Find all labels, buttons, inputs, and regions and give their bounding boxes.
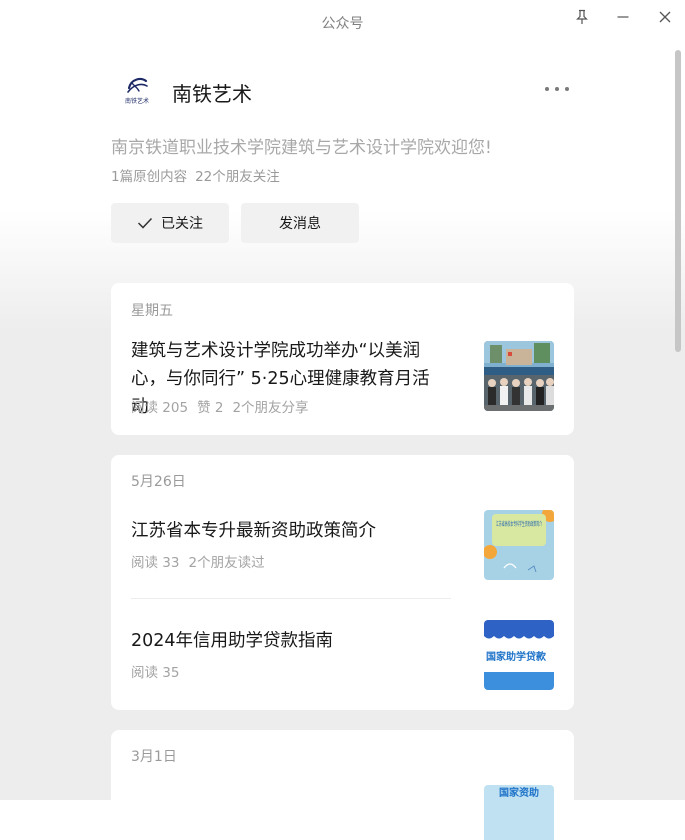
account-logo[interactable]: 南铁艺术 [115, 68, 159, 112]
article-thumbnail [484, 341, 554, 411]
message-label: 发消息 [279, 216, 321, 232]
minimize-icon[interactable] [610, 6, 636, 28]
account-stats: 1篇原创内容 22个朋友关注 [111, 165, 280, 185]
article-thumbnail: 国家资助 [484, 785, 554, 840]
group-date: 星期五 [131, 303, 173, 319]
more-icon[interactable] [545, 80, 569, 98]
article-item[interactable]: 2024年信用助学贷款指南 阅读 35 国家助学贷款 [131, 620, 554, 690]
account-description: 南京铁道职业技术学院建筑与艺术设计学院欢迎您! [111, 138, 492, 158]
article-meta: 阅读 33 2个朋友读过 [131, 551, 265, 571]
article-meta: 阅读 205 赞 2 2个朋友分享 [131, 396, 309, 416]
like-count: 赞 2 [197, 400, 224, 416]
article-group: 5月26日 江苏省本专升最新资助政策简介 阅读 33 2个朋友读过 江苏省高校本专… [111, 455, 574, 710]
article-title: 江苏省本专升最新资助政策简介 [131, 521, 376, 541]
close-icon[interactable] [652, 6, 678, 28]
message-button[interactable]: 发消息 [241, 203, 359, 243]
follow-button[interactable]: 已关注 [111, 203, 229, 243]
logo-text: 南铁艺术 [124, 98, 149, 105]
article-thumbnail: 国家助学贷款 [484, 620, 554, 690]
follow-label: 已关注 [161, 216, 203, 232]
title-bar: 公众号 [0, 0, 685, 44]
article-group: 星期五 建筑与艺术设计学院成功举办“以美润心，与你同行” 5·25心理健康教育月… [111, 283, 574, 435]
original-count: 1篇原创内容 [111, 169, 188, 185]
group-date: 3月1日 [131, 749, 177, 765]
read-count: 阅读 33 [131, 555, 180, 571]
article-title: 2024年信用助学贷款指南 [131, 631, 334, 651]
article-item[interactable]: 江苏省本专升最新资助政策简介 阅读 33 2个朋友读过 江苏省高校本专科学生资助政… [131, 510, 554, 580]
read-count: 阅读 205 [131, 400, 189, 416]
friends-follow-count: 22个朋友关注 [195, 169, 280, 185]
thumb-text: 江苏省高校本专科学生资助政策简介 [496, 520, 542, 528]
group-date: 5月26日 [131, 474, 186, 490]
article-divider [131, 598, 451, 599]
account-name: 南铁艺术 [172, 82, 252, 106]
article-thumbnail: 江苏省高校本专科学生资助政策简介 [484, 510, 554, 580]
thumb-text: 国家助学贷款 [486, 650, 547, 663]
article-item[interactable]: 建筑与艺术设计学院成功举办“以美润心，与你同行” 5·25心理健康教育月活动 阅… [131, 337, 554, 417]
friends-read: 2个朋友读过 [188, 555, 265, 571]
friends-shared: 2个朋友分享 [232, 400, 309, 416]
article-meta: 阅读 35 [131, 661, 179, 681]
article-group: 3月1日 国家资助 [111, 730, 574, 840]
thumb-text: 国家资助 [499, 786, 539, 799]
read-count: 阅读 35 [131, 665, 180, 681]
check-icon [137, 217, 153, 229]
article-item[interactable]: 国家资助 [131, 785, 554, 840]
logo-mark-icon [127, 77, 148, 93]
pin-icon[interactable] [569, 6, 595, 28]
scrollbar[interactable] [675, 50, 681, 352]
